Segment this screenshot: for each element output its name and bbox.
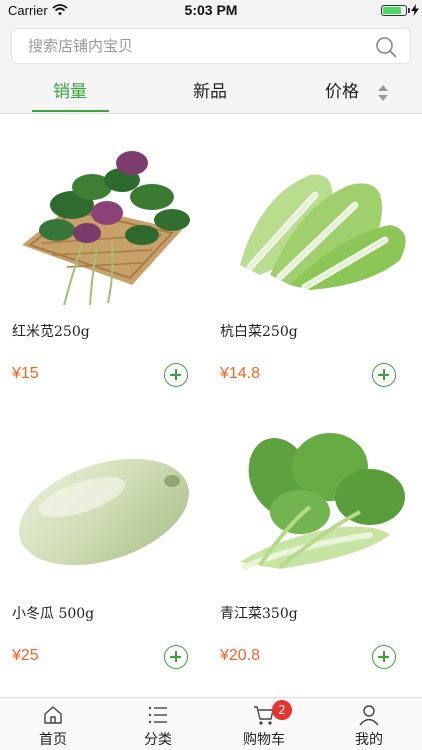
red-amaranth-image[interactable] xyxy=(12,135,207,305)
list-icon xyxy=(148,706,167,724)
add-to-cart-button[interactable] xyxy=(164,363,188,387)
product-price: ¥25 xyxy=(12,647,39,664)
sort-tab-bar: 销量 新品 价格 xyxy=(0,72,422,114)
nav-item-cart[interactable]: 2 购物车 xyxy=(224,698,304,750)
search-input[interactable] xyxy=(28,29,368,63)
small-wax-gourd-image[interactable] xyxy=(12,417,207,587)
hang-bok-choy-image[interactable] xyxy=(220,135,415,305)
bottom-tab-bar: 首页 分类 2 购物车 我的 xyxy=(0,697,422,750)
cart-count-badge: 2 xyxy=(272,700,292,720)
nav-label: 首页 xyxy=(39,732,67,748)
add-to-cart-button[interactable] xyxy=(372,363,396,387)
tab-sales[interactable]: 销量 xyxy=(30,72,110,114)
qingjiang-bok-choy-image[interactable] xyxy=(220,417,415,587)
product-price: ¥15 xyxy=(12,365,39,382)
wifi-icon xyxy=(52,4,68,16)
nav-label: 购物车 xyxy=(243,732,285,748)
product-card[interactable]: 小冬瓜 500g ¥25 xyxy=(12,397,207,677)
search-header xyxy=(0,20,422,72)
search-box[interactable] xyxy=(11,28,411,64)
product-card[interactable]: 杭白菜250g ¥14.8 xyxy=(220,115,415,395)
product-name[interactable]: 红米苋250g xyxy=(12,321,90,341)
tab-new[interactable]: 新品 xyxy=(170,72,250,114)
nav-item-mine[interactable]: 我的 xyxy=(329,698,409,750)
product-price: ¥20.8 xyxy=(220,647,261,664)
add-to-cart-button[interactable] xyxy=(372,645,396,669)
nav-item-home[interactable]: 首页 xyxy=(13,698,93,750)
user-icon xyxy=(359,705,379,726)
product-name[interactable]: 小冬瓜 500g xyxy=(12,603,94,623)
charging-icon xyxy=(411,4,419,16)
add-to-cart-button[interactable] xyxy=(164,645,188,669)
active-tab-indicator xyxy=(32,110,109,112)
nav-item-category[interactable]: 分类 xyxy=(118,698,198,750)
product-price: ¥14.8 xyxy=(220,365,261,382)
sort-icon[interactable] xyxy=(377,84,389,102)
product-name[interactable]: 青江菜350g xyxy=(220,603,298,623)
carrier-label: Carrier xyxy=(8,3,48,18)
home-icon xyxy=(44,706,62,724)
battery-cap xyxy=(408,8,410,13)
product-card[interactable]: 红米苋250g ¥15 xyxy=(12,115,207,395)
product-name[interactable]: 杭白菜250g xyxy=(220,321,298,341)
nav-label: 分类 xyxy=(144,732,172,748)
status-bar: Carrier 5:03 PM xyxy=(0,0,422,20)
battery-icon xyxy=(381,5,407,16)
search-icon[interactable] xyxy=(374,35,398,59)
product-card[interactable]: 青江菜350g ¥20.8 xyxy=(220,397,415,677)
nav-label: 我的 xyxy=(355,732,383,748)
